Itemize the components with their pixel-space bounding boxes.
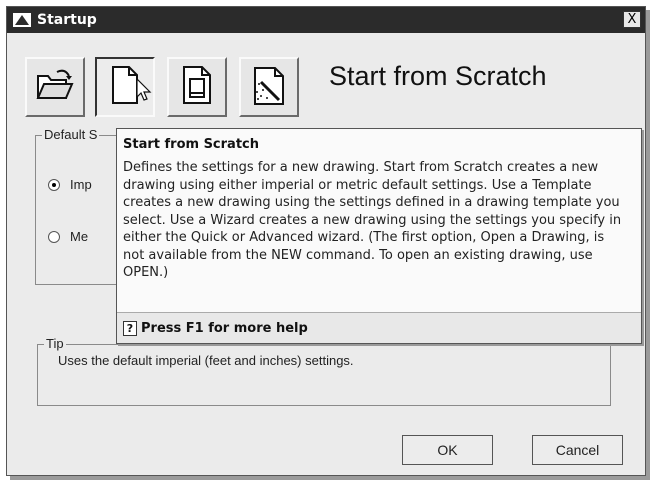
wizard-icon <box>249 64 289 111</box>
help-icon: ? <box>123 320 137 336</box>
radio-imperial-label: Imp <box>70 177 92 192</box>
radio-imperial[interactable]: Imp <box>48 177 92 192</box>
tip-label: Tip <box>44 336 66 351</box>
radio-metric-label: Me <box>70 229 89 244</box>
tooltip-body: Defines the settings for a new drawing. … <box>123 160 622 280</box>
tip-text: Uses the default imperial (feet and inch… <box>58 353 354 368</box>
radio-metric[interactable]: Me <box>48 229 88 244</box>
open-drawing-button[interactable] <box>25 57 85 117</box>
use-template-button[interactable] <box>167 57 227 117</box>
tip-group: Tip Uses the default imperial (feet and … <box>37 336 611 406</box>
close-button[interactable]: X <box>623 11 641 28</box>
radio-metric-button[interactable] <box>48 230 60 243</box>
mouse-cursor-icon <box>136 77 152 107</box>
default-settings-label: Default S <box>42 127 100 142</box>
tooltip-title: Start from Scratch <box>123 137 259 152</box>
mode-title: Start from Scratch <box>329 61 547 91</box>
title-bar: Startup X <box>7 7 645 33</box>
help-text: Press F1 for more help <box>141 320 308 336</box>
use-wizard-button[interactable] <box>239 57 299 117</box>
cancel-button[interactable]: Cancel <box>532 435 623 465</box>
blank-page-icon <box>111 65 139 110</box>
tooltip: Start from Scratch Defines the settings … <box>116 128 642 344</box>
ok-button[interactable]: OK <box>402 435 493 465</box>
template-page-icon <box>182 65 212 110</box>
window-title: Startup <box>37 12 97 28</box>
tooltip-help-row[interactable]: ? Press F1 for more help <box>117 313 641 343</box>
radio-imperial-button[interactable] <box>48 178 60 191</box>
app-icon <box>13 13 31 27</box>
folder-open-icon <box>35 68 75 107</box>
